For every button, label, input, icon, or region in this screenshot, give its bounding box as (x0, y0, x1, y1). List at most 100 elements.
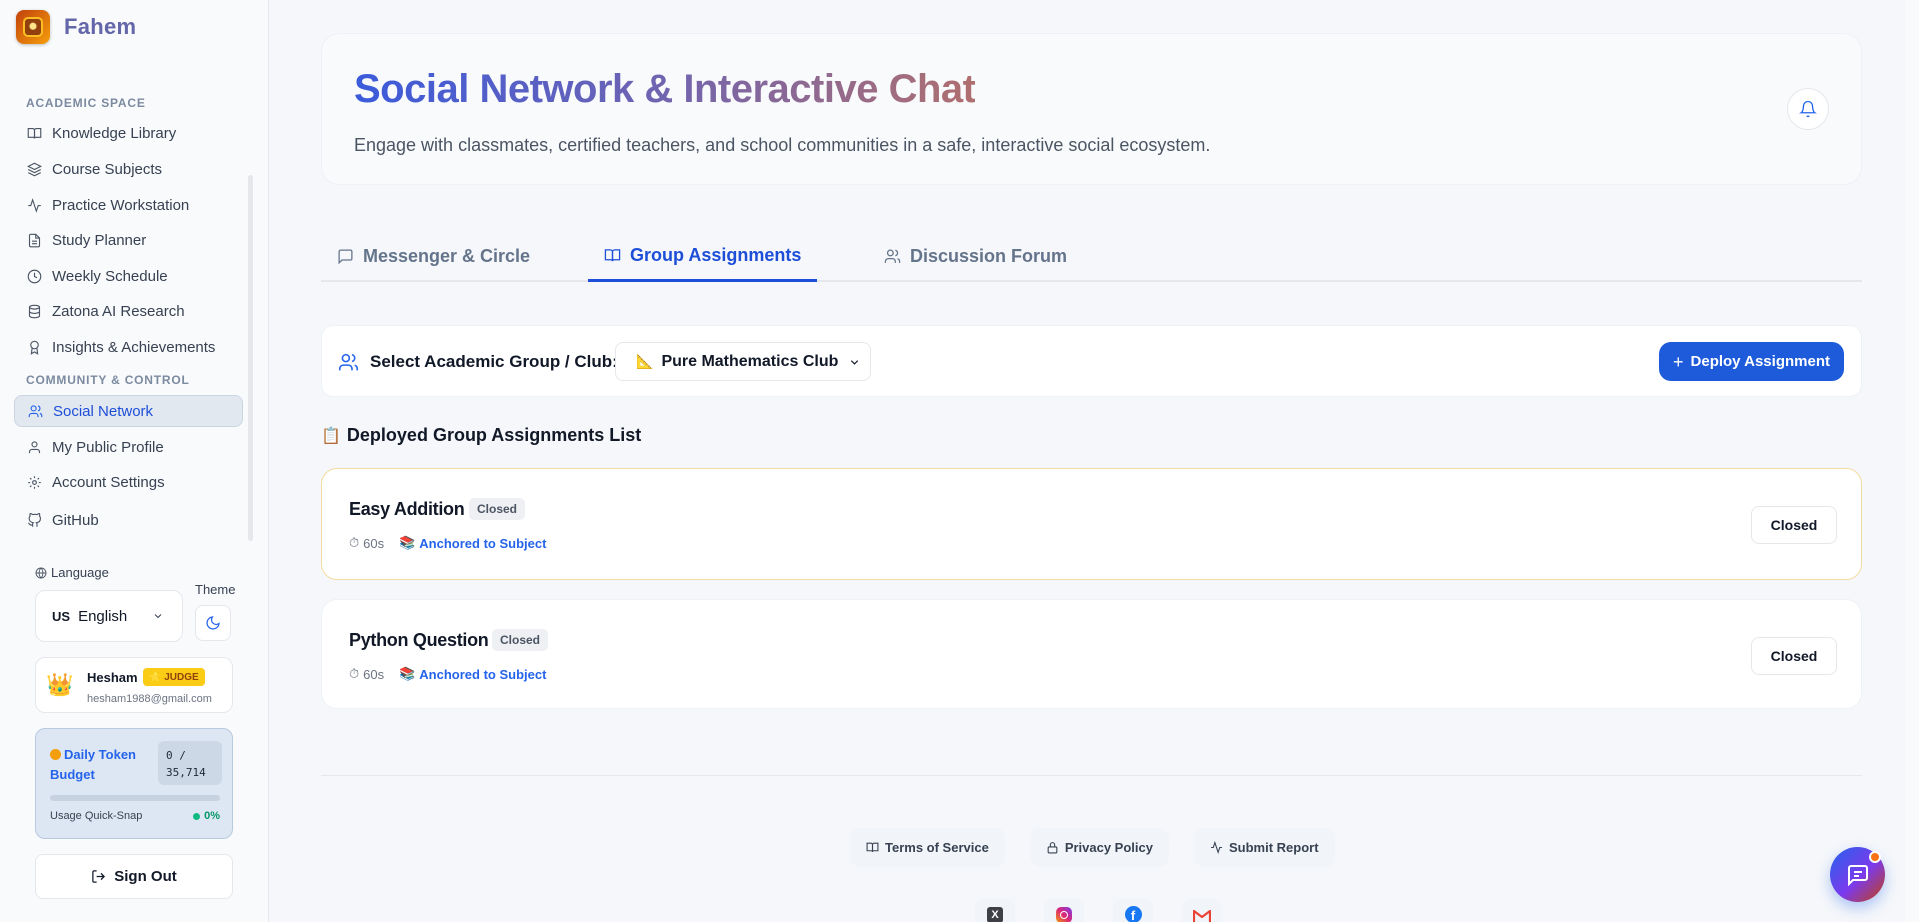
page-header: Social Network & Interactive Chat Engage… (321, 33, 1862, 185)
sidebar-item-label: GitHub (52, 511, 99, 529)
award-icon (30, 340, 39, 355)
group-select-bar: Select Academic Group / Club: 📐 Pure Mat… (321, 325, 1862, 397)
footer-links: Terms of Service Privacy Policy Submit R… (850, 828, 1335, 867)
sidebar-item-study-planner[interactable]: Study Planner (14, 224, 243, 256)
sidebar-item-social-network[interactable]: Social Network (14, 395, 243, 427)
sidebar-item-insights-achievements[interactable]: Insights & Achievements (14, 331, 243, 363)
sidebar-item-github[interactable]: GitHub (14, 504, 243, 536)
language-value: English (78, 607, 128, 625)
terms-of-service-link[interactable]: Terms of Service (850, 828, 1005, 867)
assignment-card[interactable]: Python Question Closed ⏱ 60s 📚 Anchored to… (321, 599, 1862, 709)
sidebar-item-account-settings[interactable]: Account Settings (14, 466, 243, 498)
sidebar-item-label: Knowledge Library (52, 124, 177, 142)
plus-icon: + (1673, 351, 1684, 372)
tab-group-assignments[interactable]: Group Assignments (588, 232, 818, 282)
closed-button[interactable]: Closed (1751, 506, 1837, 544)
chat-icon (1847, 864, 1868, 886)
language-label: Language (35, 565, 109, 580)
role-badge: ⭐ JUDGE (143, 668, 205, 686)
user-name: Hesham (87, 670, 138, 685)
assignments-list-heading: 📋 Deployed Group Assignments List (321, 425, 642, 445)
stopwatch-icon: ⏱ (349, 535, 360, 550)
instagram-link[interactable] (1044, 899, 1084, 922)
status-badge: Closed (469, 498, 526, 520)
token-budget-title: Daily Token Budget (50, 747, 137, 782)
assignment-meta: ⏱ 60s 📚 Anchored to Subject (349, 535, 546, 551)
users-icon (28, 404, 43, 417)
sidebar-item-zatona-ai-research[interactable]: Zatona AI Research (14, 295, 243, 327)
club-select-value: Pure Mathematics Club (661, 352, 839, 370)
theme-toggle-button[interactable] (195, 605, 231, 641)
sidebar-item-label: Zatona AI Research (52, 302, 185, 320)
token-count: 0 / 35,714 (158, 741, 222, 785)
sign-out-button[interactable]: Sign Out (35, 854, 233, 899)
chat-fab-button[interactable] (1830, 847, 1885, 902)
notification-dot (1869, 851, 1881, 863)
submit-report-link[interactable]: Submit Report (1193, 828, 1335, 867)
facebook-link[interactable]: f (1113, 899, 1153, 922)
assignment-anchor: 📚 Anchored to Subject (399, 666, 547, 682)
section-label-community: COMMUNITY & CONTROL (26, 373, 190, 387)
page-title: Social Network & Interactive Chat (354, 67, 976, 111)
sidebar-item-label: Insights & Achievements (52, 338, 216, 356)
assignment-card[interactable]: Easy Addition Closed ⏱ 60s 📚 Anchored to S… (321, 468, 1862, 580)
footer-divider (321, 775, 1862, 776)
sidebar-item-label: Weekly Schedule (52, 267, 168, 285)
gmail-link[interactable] (1182, 899, 1222, 922)
sidebar-item-course-subjects[interactable]: Course Subjects (14, 153, 243, 185)
x-icon: X (987, 907, 1003, 922)
user-card[interactable]: 👑 Hesham ⭐ JUDGE hesham1988@gmail.com (35, 657, 233, 713)
sidebar-scrollbar[interactable] (248, 175, 253, 541)
chevron-down-icon (154, 614, 162, 619)
book-icon (27, 127, 42, 139)
sidebar-item-weekly-schedule[interactable]: Weekly Schedule (14, 260, 243, 292)
sidebar-item-label: Study Planner (52, 231, 147, 249)
page-subtitle: Engage with classmates, certified teache… (354, 135, 1211, 155)
sidebar-item-label: Account Settings (52, 473, 165, 491)
deploy-assignment-button[interactable]: + Deploy Assignment (1659, 342, 1844, 381)
moon-icon (206, 616, 220, 630)
sidebar-item-knowledge-library[interactable]: Knowledge Library (14, 117, 243, 149)
section-label-academic: ACADEMIC SPACE (26, 96, 146, 110)
sidebar-item-label: Course Subjects (52, 160, 163, 178)
theme-label: Theme (195, 582, 236, 597)
facebook-icon: f (1124, 906, 1142, 922)
books-icon: 📚 (399, 535, 416, 550)
x-link[interactable]: X (975, 899, 1015, 922)
book-open-icon (604, 249, 621, 262)
privacy-policy-link[interactable]: Privacy Policy (1029, 828, 1169, 867)
assignment-timer: ⏱ 60s (349, 666, 385, 682)
user-icon (28, 440, 41, 453)
stopwatch-icon: ⏱ (349, 666, 360, 681)
notifications-button[interactable] (1787, 88, 1829, 130)
brand[interactable]: Fahem (16, 10, 136, 44)
social-links: X f (975, 899, 1222, 922)
sidebar: Fahem ACADEMIC SPACE Knowledge Library C… (0, 0, 269, 922)
avatar: 👑 (46, 672, 74, 697)
books-icon: 📚 (399, 666, 416, 681)
status-badge: Closed (492, 629, 549, 651)
globe-icon (35, 567, 47, 578)
page-scrollbar[interactable] (1905, 0, 1919, 922)
clipboard-icon: 📋 (321, 427, 341, 445)
tab-messenger-circle[interactable]: Messenger & Circle (321, 232, 546, 280)
sidebar-item-label: Practice Workstation (52, 196, 190, 214)
tab-discussion-forum[interactable]: Discussion Forum (868, 232, 1083, 280)
activity-icon (28, 197, 41, 213)
file-icon (28, 233, 41, 247)
tab-bar: Messenger & Circle Group Assignments Dis… (321, 232, 1862, 282)
brand-logo-icon (16, 10, 50, 44)
clock-icon (27, 269, 42, 283)
users-icon (884, 248, 901, 263)
sidebar-item-my-public-profile[interactable]: My Public Profile (14, 431, 243, 463)
gmail-icon (1193, 909, 1211, 922)
layers-icon (27, 162, 42, 176)
sidebar-item-practice-workstation[interactable]: Practice Workstation (14, 189, 243, 221)
status-dot-icon (193, 812, 201, 820)
closed-button[interactable]: Closed (1751, 637, 1837, 675)
club-select[interactable]: 📐 Pure Mathematics Club (615, 342, 871, 381)
language-select[interactable]: US English (35, 590, 183, 642)
github-icon (28, 512, 42, 527)
token-progress-bar (50, 795, 220, 801)
database-icon (28, 304, 41, 318)
